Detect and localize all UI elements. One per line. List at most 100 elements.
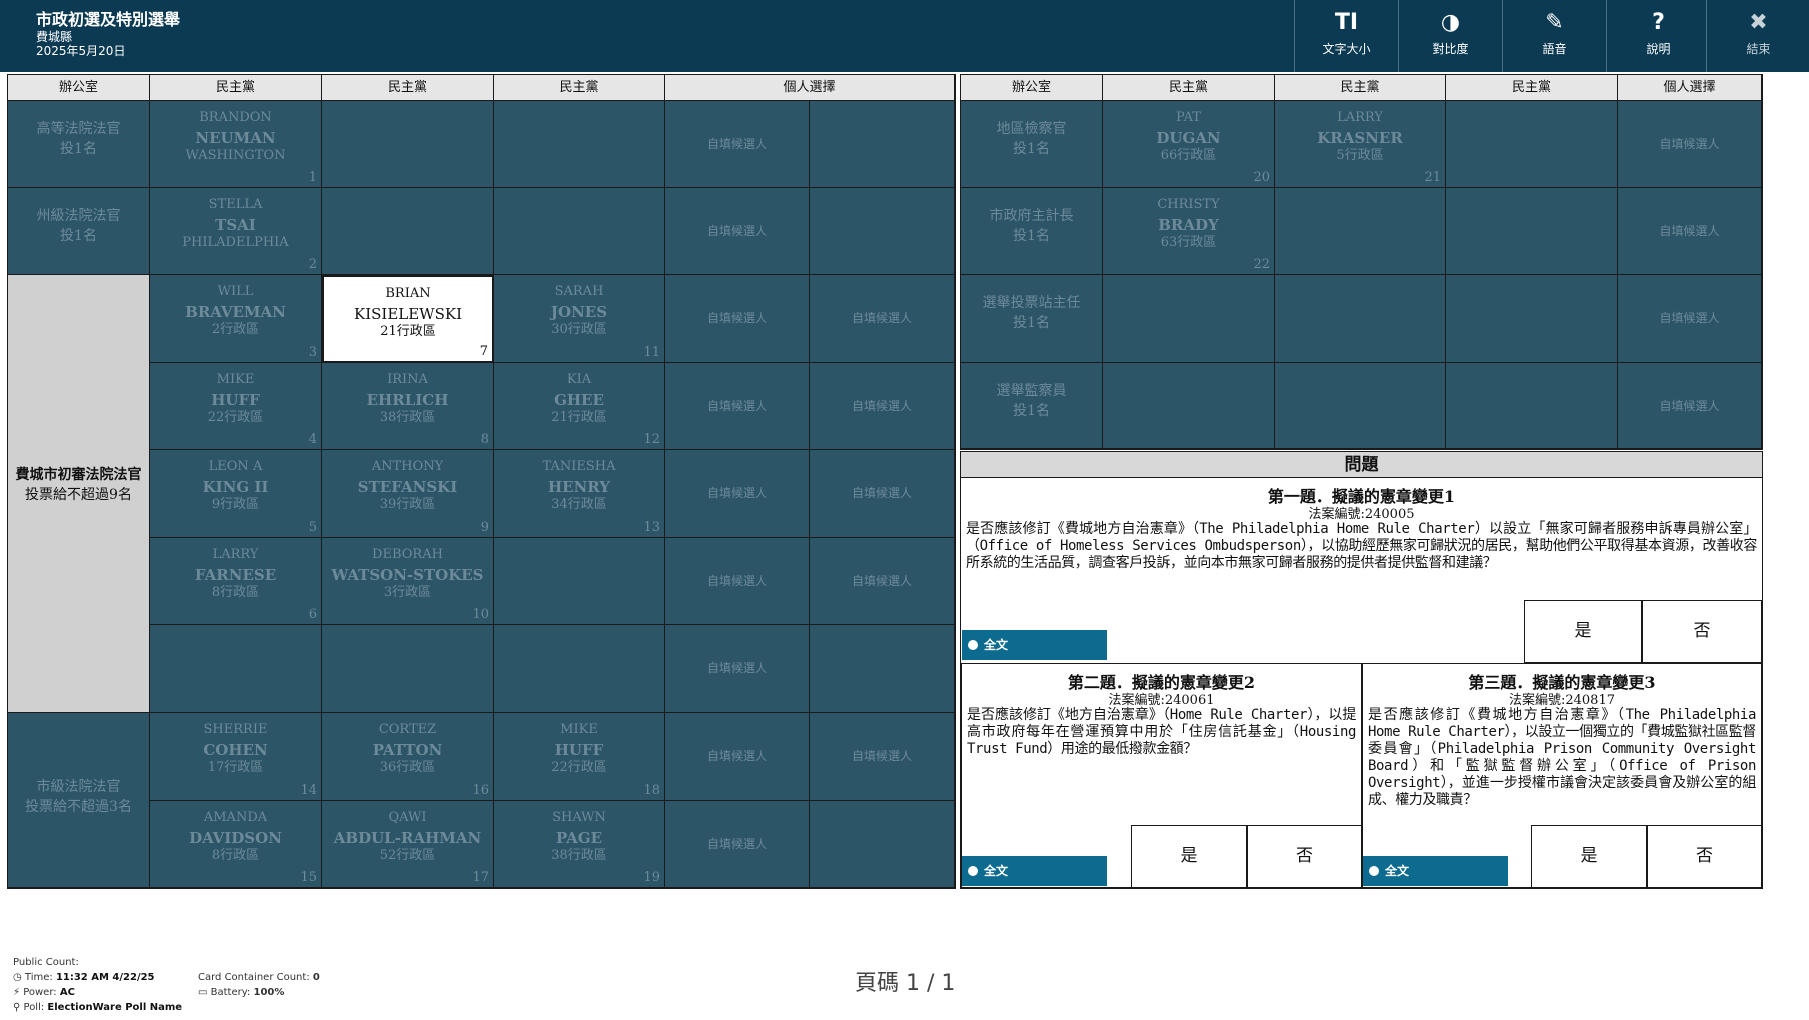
empty-cell [810, 625, 955, 713]
empty-cell [1103, 275, 1275, 363]
full-text-button[interactable]: 全文 [962, 630, 1107, 660]
candidate-henry[interactable]: TANIESHA HENRY 34行政區 13 [494, 450, 665, 538]
candidate-braveman[interactable]: WILL BRAVEMAN 2行政區 3 [150, 275, 322, 363]
question-3-yes[interactable]: 是 [1531, 825, 1647, 888]
empty-cell [810, 801, 955, 888]
question-3-text: 是否應該修訂《費城地方自治憲章》（The Philadelphia Home R… [1368, 707, 1756, 808]
election-date: 2025年5月20日 [36, 44, 126, 58]
question-1-no[interactable]: 否 [1642, 600, 1762, 663]
column-header-dem-1: 民主黨 [150, 75, 322, 101]
location-pin-icon: ⚲ [13, 1002, 24, 1013]
writein-cell[interactable]: 自填候選人 [665, 363, 810, 450]
column-header-dem-2: 民主黨 [1275, 75, 1446, 101]
column-header-writein: 個人選擇 [1618, 75, 1762, 101]
question-2-yes[interactable]: 是 [1131, 825, 1247, 888]
machine-status-2: Card Container Count: 0 ▭ Battery: 100% [198, 970, 320, 1000]
empty-cell [1275, 275, 1446, 363]
candidate-neuman[interactable]: BRANDON NEUMAN WASHINGTON 1 [150, 101, 322, 188]
column-header-dem-3: 民主黨 [494, 75, 665, 101]
writein-cell[interactable]: 自填候選人 [810, 538, 955, 625]
battery-icon: ▭ [198, 987, 211, 998]
question-1: 第一題．擬議的憲章變更1 法案編號:240005 是否應該修訂《費城地方自治憲章… [961, 478, 1762, 663]
writein-cell[interactable]: 自填候選人 [665, 713, 810, 801]
candidate-watson-stokes[interactable]: DEBORAH WATSON-STOKES 3行政區 10 [322, 538, 494, 625]
candidate-jones[interactable]: SARAH JONES 30行政區 11 [494, 275, 665, 363]
clock-icon: ◷ [13, 972, 25, 983]
full-text-button[interactable]: 全文 [962, 856, 1107, 886]
candidate-huff-municipal[interactable]: MIKE HUFF 22行政區 18 [494, 713, 665, 801]
app-header: 市政初選及特別選舉 費城縣 2025年5月20日 TI 文字大小 ◑ 對比度 ✎… [0, 0, 1809, 72]
question-2: 第二題．擬議的憲章變更2 法案編號:240061 是否應該修訂《地方自治憲章》（… [961, 663, 1362, 888]
question-2-bill: 法案編號:240061 [1108, 693, 1215, 708]
column-header-dem-3: 民主黨 [1446, 75, 1618, 101]
candidate-king[interactable]: LEON A KING II 9行政區 5 [150, 450, 322, 538]
election-title: 市政初選及特別選舉 [36, 10, 181, 29]
candidate-krasner[interactable]: LARRY KRASNER 5行政區 21 [1275, 101, 1446, 188]
empty-cell [322, 188, 494, 275]
candidate-farnese[interactable]: LARRY FARNESE 8行政區 6 [150, 538, 322, 625]
empty-cell [494, 625, 665, 713]
battery-row: ▭ Battery: 100% [198, 987, 285, 998]
office-judge-of-elections: 選舉投票站主任 投1名 [961, 275, 1103, 363]
audio-icon: ✎ [1545, 10, 1564, 35]
column-header-dem-1: 民主黨 [1103, 75, 1275, 101]
writein-cell[interactable]: 自填候選人 [1618, 363, 1762, 449]
empty-cell [1446, 188, 1618, 275]
candidate-davidson[interactable]: AMANDA DAVIDSON 8行政區 15 [150, 801, 322, 888]
questions-header: 問題 [961, 452, 1762, 478]
candidate-page[interactable]: SHAWN PAGE 38行政區 19 [494, 801, 665, 888]
candidate-ghee[interactable]: KIA GHEE 21行政區 12 [494, 363, 665, 450]
writein-cell[interactable]: 自填候選人 [665, 450, 810, 538]
machine-status: Public Count: ◷ Time: 11:32 AM 4/22/25 ⚡… [13, 955, 182, 1015]
candidate-dugan[interactable]: PAT DUGAN 66行政區 20 [1103, 101, 1275, 188]
exit-button[interactable]: ✖ 結束 [1706, 0, 1809, 72]
poll-row: ⚲ Poll: ElectionWare Poll Name [13, 1002, 183, 1013]
writein-cell[interactable]: 自填候選人 [665, 625, 810, 713]
text-size-button[interactable]: TI 文字大小 [1294, 0, 1398, 72]
contrast-button[interactable]: ◑ 對比度 [1398, 0, 1502, 72]
question-3: 第三題．擬議的憲章變更3 法案編號:240817 是否應該修訂《費城地方自治憲章… [1362, 663, 1762, 888]
question-2-no[interactable]: 否 [1247, 825, 1362, 888]
writein-cell[interactable]: 自填候選人 [1618, 275, 1762, 363]
candidate-abdul-rahman[interactable]: QAWI ABDUL-RAHMAN 52行政區 17 [322, 801, 494, 888]
empty-cell [494, 101, 665, 188]
contrast-icon: ◑ [1440, 10, 1461, 35]
writein-cell[interactable]: 自填候選人 [665, 188, 810, 275]
writein-cell[interactable]: 自填候選人 [665, 275, 810, 363]
candidate-brady[interactable]: CHRISTY BRADY 63行政區 22 [1103, 188, 1275, 275]
candidate-patton[interactable]: CORTEZ PATTON 36行政區 16 [322, 713, 494, 801]
writein-cell[interactable]: 自填候選人 [810, 275, 955, 363]
candidate-kisielewski-selected[interactable]: BRIAN KISIELEWSKI 21行政區 7 [322, 275, 494, 363]
help-button[interactable]: ? 說明 [1606, 0, 1710, 72]
column-header-dem-2: 民主黨 [322, 75, 494, 101]
empty-cell [1446, 275, 1618, 363]
candidate-tsai[interactable]: STELLA TSAI PHILADELPHIA 2 [150, 188, 322, 275]
election-title-block: 市政初選及特別選舉 費城縣 2025年5月20日 [36, 10, 180, 59]
office-city-controller: 市政府主計長 投1名 [961, 188, 1103, 275]
candidate-cohen[interactable]: SHERRIE COHEN 17行政區 14 [150, 713, 322, 801]
candidate-huff[interactable]: MIKE HUFF 22行政區 4 [150, 363, 322, 450]
time-row: ◷ Time: 11:32 AM 4/22/25 [13, 972, 155, 983]
writein-cell[interactable]: 自填候選人 [810, 363, 955, 450]
plug-icon: ⚡ [13, 987, 24, 998]
writein-cell[interactable]: 自填候選人 [665, 801, 810, 888]
info-icon [968, 640, 978, 650]
empty-cell [150, 625, 322, 713]
question-1-yes[interactable]: 是 [1524, 600, 1642, 663]
candidate-stefanski[interactable]: ANTHONY STEFANSKI 39行政區 9 [322, 450, 494, 538]
text-size-icon: TI [1334, 10, 1359, 35]
writein-cell[interactable]: 自填候選人 [1618, 188, 1762, 275]
writein-cell[interactable]: 自填候選人 [810, 713, 955, 801]
audio-button[interactable]: ✎ 語音 [1502, 0, 1606, 72]
county-name: 費城縣 [36, 30, 73, 44]
writein-cell[interactable]: 自填候選人 [665, 101, 810, 188]
writein-cell[interactable]: 自填候選人 [810, 450, 955, 538]
column-header-office: 辦公室 [8, 75, 150, 101]
writein-cell[interactable]: 自填候選人 [665, 538, 810, 625]
writein-cell[interactable]: 自填候選人 [1618, 101, 1762, 188]
empty-cell [810, 101, 955, 188]
candidate-ehrlich[interactable]: IRINA EHRLICH 38行政區 8 [322, 363, 494, 450]
question-3-no[interactable]: 否 [1647, 825, 1762, 888]
full-text-button[interactable]: 全文 [1363, 856, 1508, 886]
info-icon [1369, 866, 1379, 876]
